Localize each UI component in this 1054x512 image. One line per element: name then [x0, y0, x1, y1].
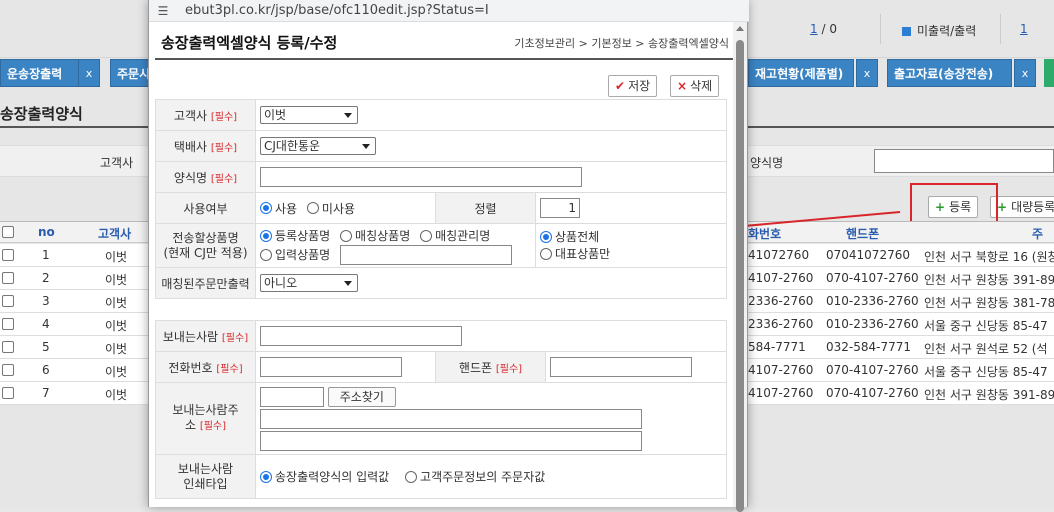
scroll-thumb[interactable]	[736, 40, 744, 512]
form-table-basic: 고객사 [필수] 이벗 택배사 [필수] CJ대한통운 양식명 [필수] 사용여…	[155, 99, 727, 299]
scroll-up-arrow-icon[interactable]	[736, 26, 744, 31]
usage-no-radio[interactable]	[306, 202, 319, 214]
popup-scrollbar[interactable]	[733, 22, 747, 512]
product-registered-radio[interactable]	[260, 229, 272, 242]
sender-input[interactable]	[260, 326, 462, 346]
print-type-order-radio[interactable]	[405, 470, 418, 483]
address-bar: ☰ ebut3pl.co.kr/jsp/base/ofc110edit.jsp?…	[149, 0, 749, 22]
mobile-label: 핸드폰 [필수]	[435, 351, 546, 383]
delete-button[interactable]: × 삭제	[670, 75, 720, 97]
product-name-label: 전송할상품명 (현재 CJ만 적용)	[155, 223, 256, 268]
popup-title: 송장출력엑셀양식 등록/수정	[161, 34, 338, 52]
scope-all-radio[interactable]	[540, 231, 552, 243]
client-select[interactable]: 이벗	[260, 106, 358, 124]
usage-label: 사용여부	[155, 192, 256, 224]
edit-popup-window: ☰ ebut3pl.co.kr/jsp/base/ofc110edit.jsp?…	[148, 0, 749, 512]
site-settings-icon[interactable]: ☰	[155, 3, 171, 19]
matched-only-select[interactable]: 아니오	[260, 274, 358, 292]
print-type-form-radio[interactable]	[260, 470, 272, 483]
order-label: 정렬	[435, 192, 536, 224]
product-input-radio[interactable]	[260, 248, 272, 261]
matched-only-label: 매칭된주문만출력	[155, 267, 256, 299]
address2-input[interactable]	[260, 431, 642, 451]
phone-input[interactable]	[260, 357, 402, 377]
address1-input[interactable]	[260, 409, 642, 429]
product-input-field[interactable]	[340, 244, 513, 265]
sender-label: 보내는사람 [필수]	[155, 320, 256, 352]
product-matched-radio[interactable]	[340, 229, 353, 242]
find-address-button[interactable]: 주소찾기	[327, 387, 396, 407]
scope-main-radio[interactable]	[540, 248, 552, 260]
client-label: 고객사 [필수]	[155, 99, 256, 131]
zip-input[interactable]	[260, 387, 324, 407]
mobile-input[interactable]	[550, 357, 692, 377]
check-icon: ✔	[615, 79, 626, 93]
courier-select[interactable]: CJ대한통운	[260, 137, 376, 155]
order-input[interactable]: 1	[540, 198, 580, 218]
title-divider	[155, 58, 733, 60]
url-text[interactable]: ebut3pl.co.kr/jsp/base/ofc110edit.jsp?St…	[185, 3, 489, 18]
print-type-label: 보내는사람 인쇄타입	[155, 454, 256, 499]
x-icon: ×	[677, 79, 688, 93]
address-label: 보내는사람주 소 [필수]	[155, 382, 256, 455]
phone-label: 전화번호 [필수]	[155, 351, 256, 383]
breadcrumb: 기초정보관리 > 기본정보 > 송장출력엑셀양식	[514, 37, 729, 50]
form-name-input[interactable]	[260, 167, 582, 187]
product-match-mgmt-radio[interactable]	[420, 229, 433, 242]
form-name-label: 양식명 [필수]	[155, 161, 256, 193]
usage-yes-radio[interactable]	[260, 202, 272, 214]
courier-label: 택배사 [필수]	[155, 130, 256, 162]
save-button[interactable]: ✔ 저장	[608, 75, 658, 97]
form-table-sender: 보내는사람 [필수] 전화번호 [필수] 핸드폰 [필수] 보내는사람주 소 [필…	[155, 320, 727, 499]
